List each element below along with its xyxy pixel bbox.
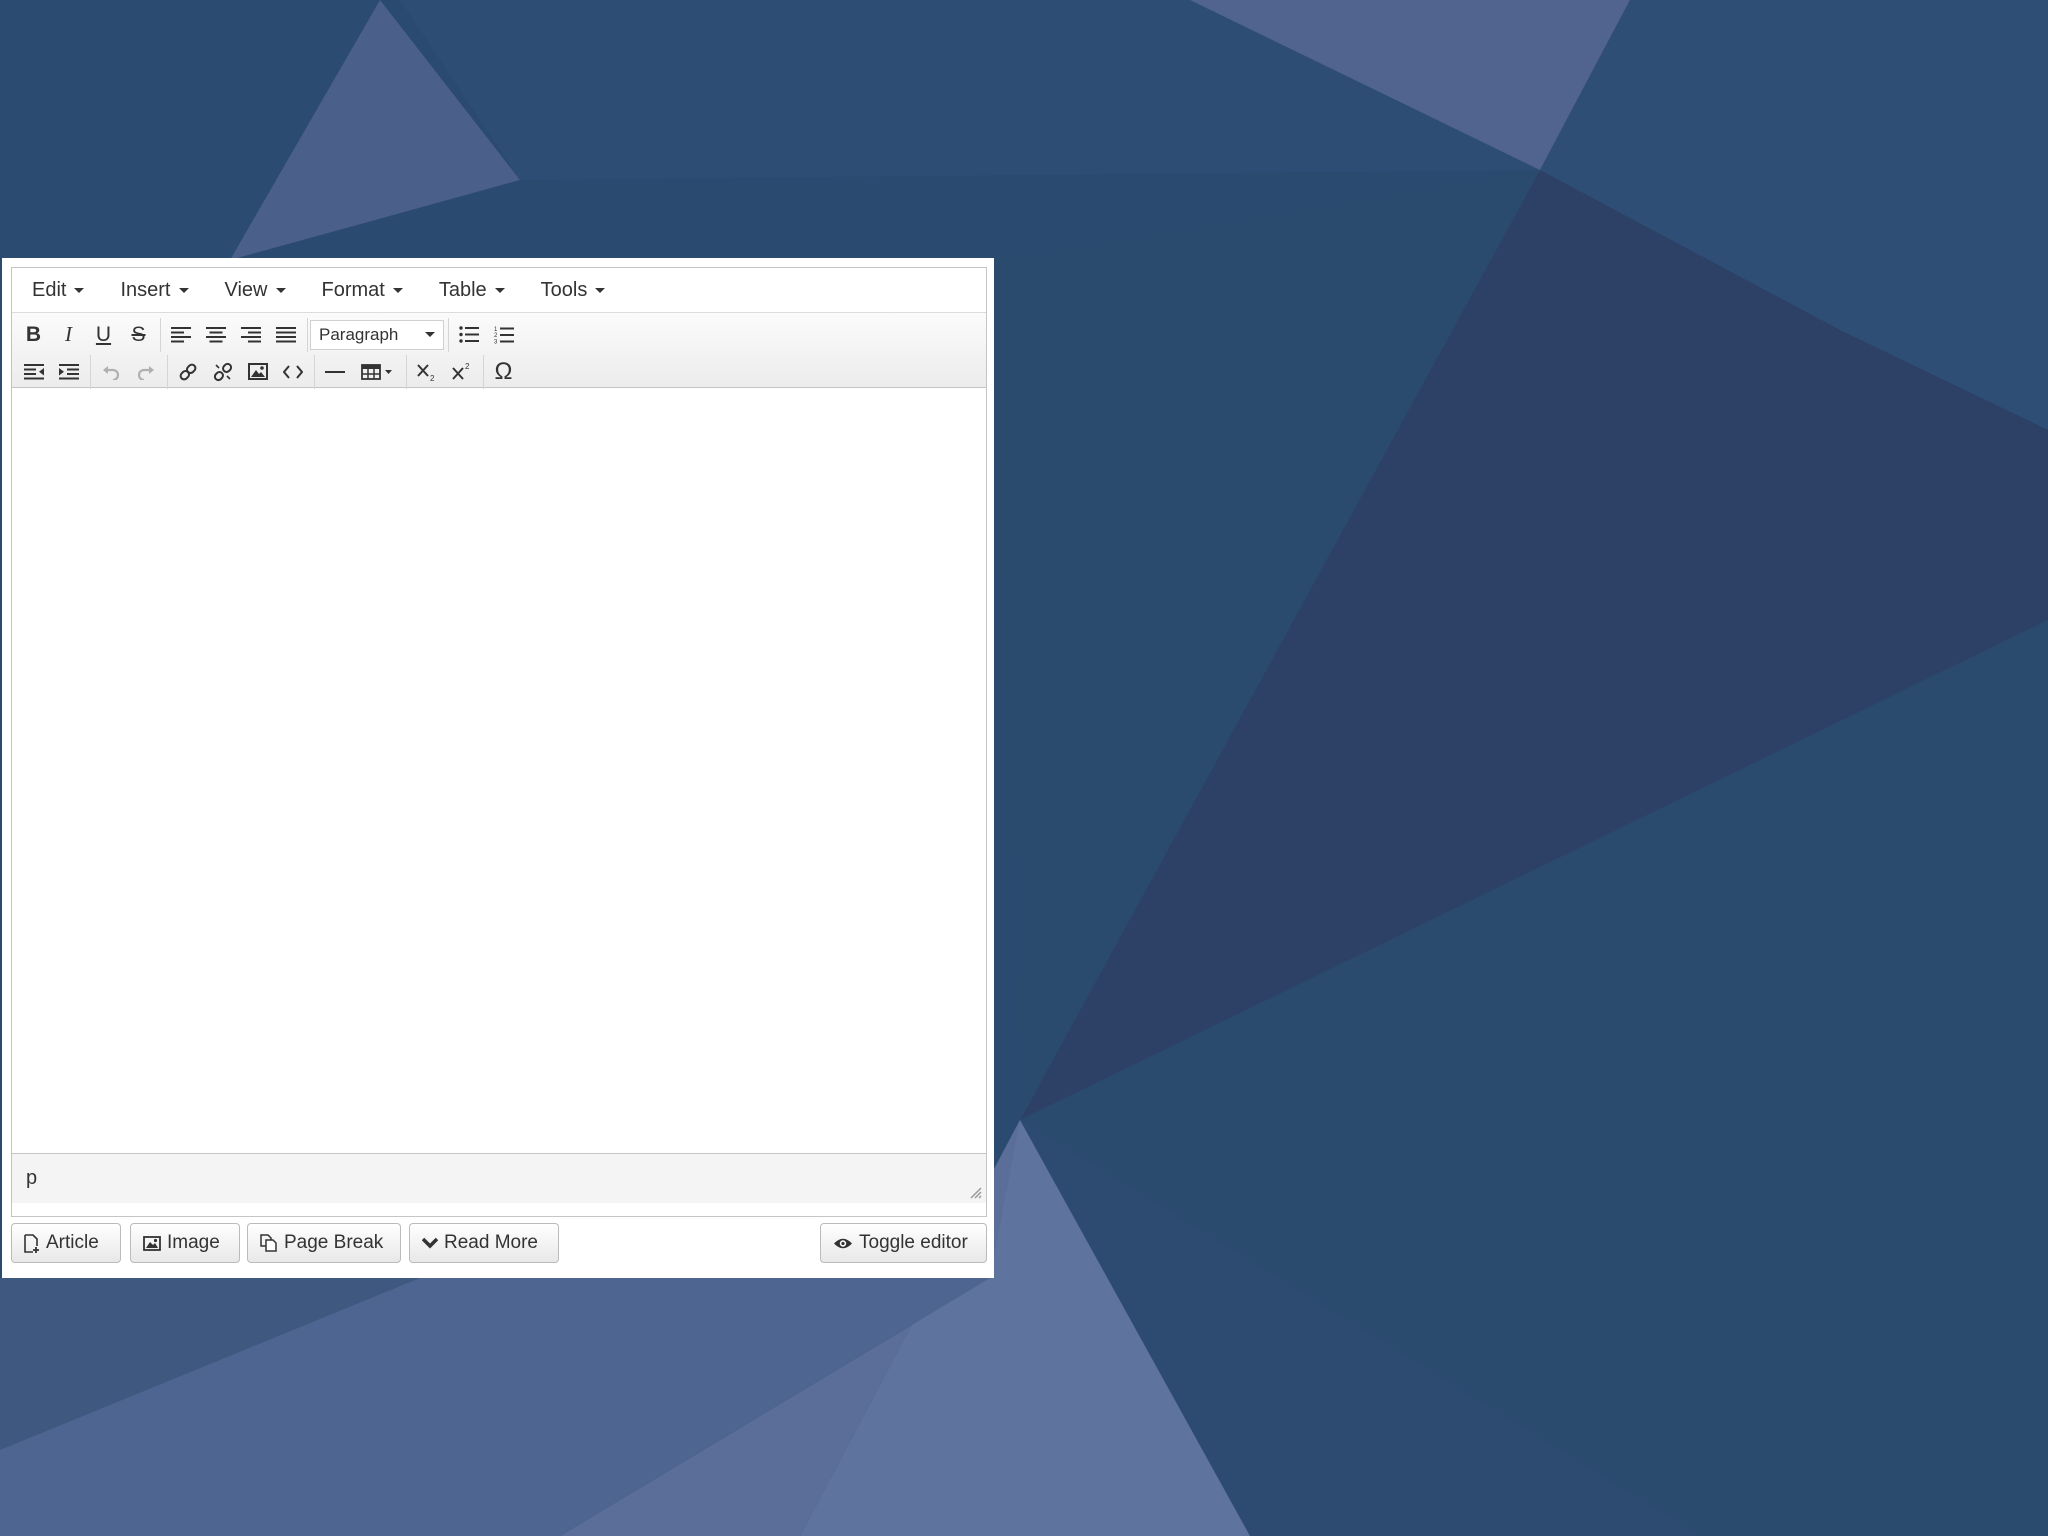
unlink-icon[interactable]: [205, 355, 240, 388]
file-add-icon: [24, 1233, 40, 1253]
menu-format[interactable]: Format: [312, 273, 413, 308]
table-icon[interactable]: [352, 355, 402, 388]
rich-text-editor: Edit Insert View Format Table Tools B I …: [11, 267, 987, 1217]
outdent-icon[interactable]: [16, 355, 51, 388]
svg-text:2: 2: [494, 333, 498, 339]
toggle-editor-button-label: Toggle editor: [859, 1232, 968, 1253]
svg-text:3: 3: [494, 339, 498, 344]
indent-icon[interactable]: [51, 355, 86, 388]
menu-view[interactable]: View: [215, 273, 296, 308]
read-more-button[interactable]: Read More: [409, 1223, 559, 1263]
editor-buttons: Article Image Page Break Read More Toggl…: [11, 1223, 987, 1267]
table-group: [314, 354, 402, 389]
caret-down-icon: [178, 287, 189, 293]
article-button-label: Article: [46, 1232, 99, 1253]
subscript-icon[interactable]: 2: [409, 355, 444, 388]
page-break-button-label: Page Break: [284, 1232, 384, 1253]
image-button[interactable]: Image: [130, 1223, 240, 1263]
undo-icon[interactable]: [93, 355, 128, 388]
format-select[interactable]: Paragraph: [310, 319, 444, 350]
element-path[interactable]: p: [26, 1167, 37, 1190]
menu-insert[interactable]: Insert: [110, 273, 198, 308]
caret-down-icon: [425, 332, 435, 337]
menu-edit-label: Edit: [32, 278, 67, 301]
editor-panel: Edit Insert View Format Table Tools B I …: [2, 258, 994, 1278]
italic-button[interactable]: I: [51, 318, 86, 351]
eye-icon: [833, 1237, 853, 1250]
indent-group: [16, 355, 86, 389]
caret-down-icon: [275, 287, 286, 293]
article-button[interactable]: Article: [11, 1223, 121, 1263]
page-break-button[interactable]: Page Break: [247, 1223, 401, 1263]
bold-button[interactable]: B: [16, 318, 51, 351]
alignment-group: [160, 317, 303, 352]
superscript-icon[interactable]: 2: [444, 355, 479, 388]
menu-view-label: View: [224, 278, 268, 301]
menu-format-label: Format: [321, 278, 385, 301]
image-icon[interactable]: [240, 355, 275, 388]
editor-content-area[interactable]: [12, 388, 986, 1153]
menu-table-label: Table: [438, 278, 487, 301]
statusbar: p: [12, 1153, 986, 1203]
align-left-icon[interactable]: [163, 318, 198, 351]
toolbar-row-2: 2 2 Ω: [16, 354, 982, 389]
special-character-icon[interactable]: Ω: [486, 355, 521, 388]
resize-handle-icon[interactable]: [968, 1185, 982, 1199]
align-right-icon[interactable]: [233, 318, 268, 351]
link-icon[interactable]: [170, 355, 205, 388]
toolbar: B I U S Paragraph 1 2 3 2 2 Ω: [12, 313, 986, 389]
menu-insert-label: Insert: [120, 278, 171, 301]
read-more-button-label: Read More: [444, 1232, 538, 1253]
menu-table[interactable]: Table: [429, 273, 515, 308]
underline-button[interactable]: U: [86, 318, 121, 351]
copy-icon: [260, 1234, 278, 1252]
bullet-list-icon[interactable]: [451, 318, 486, 351]
list-group: 123: [448, 317, 521, 352]
menu-edit[interactable]: Edit: [22, 273, 94, 308]
format-select-group: Paragraph: [307, 317, 444, 352]
horizontal-rule-icon[interactable]: [317, 355, 352, 388]
special-char-group: Ω: [483, 354, 521, 389]
code-icon[interactable]: [275, 355, 310, 388]
menubar: Edit Insert View Format Table Tools: [12, 268, 986, 313]
caret-down-icon: [392, 287, 403, 293]
toggle-editor-button[interactable]: Toggle editor: [820, 1223, 987, 1263]
text-style-group: B I U S: [16, 318, 156, 352]
redo-icon[interactable]: [128, 355, 163, 388]
picture-icon: [143, 1235, 161, 1251]
align-justify-icon[interactable]: [268, 318, 303, 351]
image-button-label: Image: [167, 1232, 220, 1253]
format-select-value: Paragraph: [319, 324, 399, 344]
menu-tools[interactable]: Tools: [531, 273, 616, 308]
menu-tools-label: Tools: [540, 278, 588, 301]
history-group: [90, 354, 163, 389]
svg-text:2: 2: [430, 374, 435, 382]
svg-text:2: 2: [465, 362, 470, 371]
strikethrough-button[interactable]: S: [121, 318, 156, 351]
toolbar-row-1: B I U S Paragraph 1 2 3: [16, 317, 982, 352]
caret-down-icon: [74, 287, 85, 293]
chevron-down-icon: [422, 1237, 438, 1249]
caret-down-icon: [494, 287, 505, 293]
align-center-icon[interactable]: [198, 318, 233, 351]
caret-down-icon: [595, 287, 606, 293]
script-group: 2 2: [406, 354, 479, 389]
numbered-list-icon[interactable]: 123: [486, 318, 521, 351]
insert-group: [167, 354, 310, 389]
